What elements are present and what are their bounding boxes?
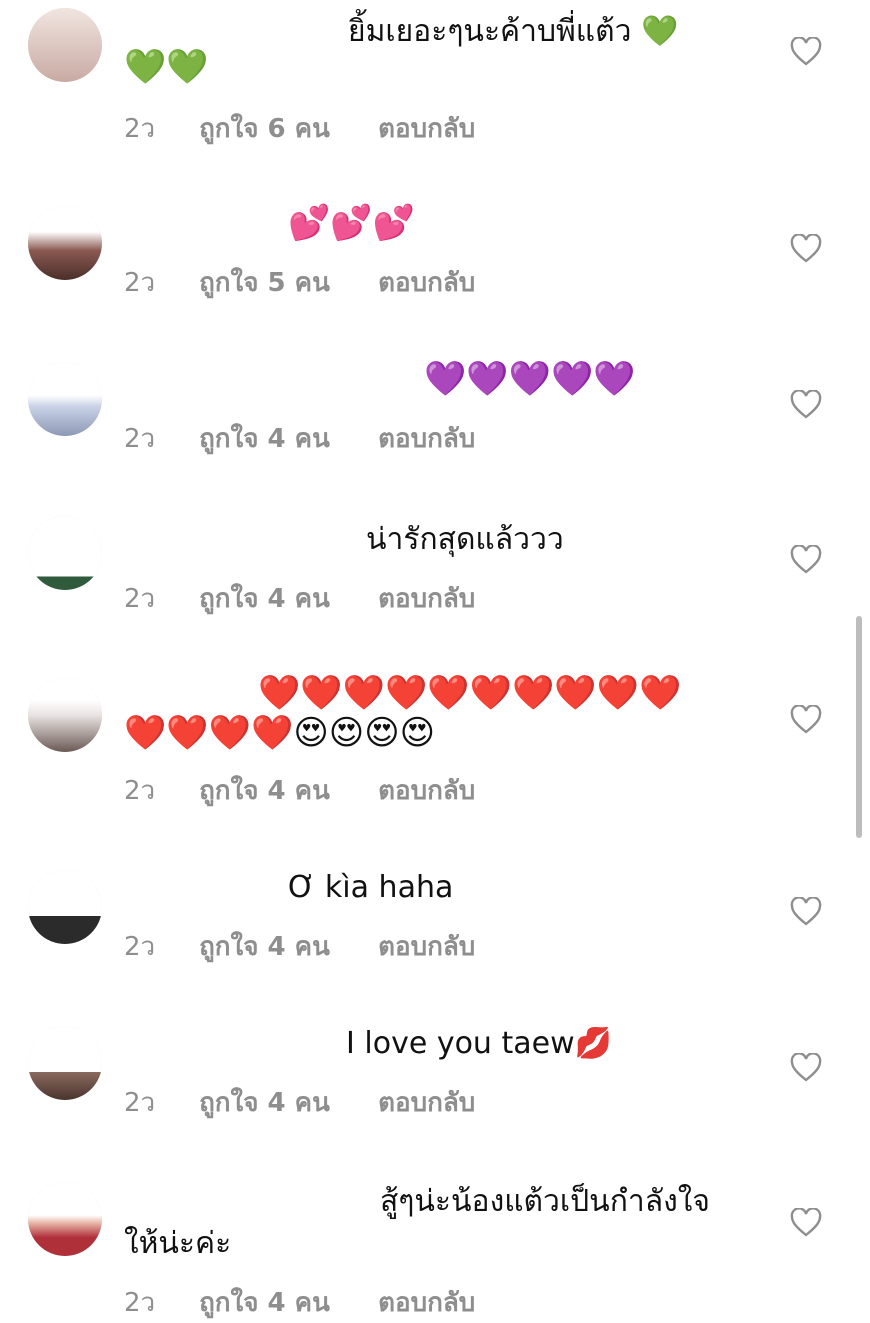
reply-button[interactable]: ตอบกลับ [378,418,475,459]
heart-outline-icon[interactable] [790,545,822,575]
avatar[interactable] [28,678,102,752]
avatar[interactable] [28,1026,102,1100]
reply-button[interactable]: ตอบกลับ [378,770,475,811]
comment-meta: 2ว ถูกใจ 4 คน ตอบกลับ [124,770,475,811]
comment-text: ยิ้มเยอะๆนะค้าบพี่แต้ว 💚 [348,14,679,49]
reply-button[interactable]: ตอบกลับ [378,108,475,149]
heart-outline-icon[interactable] [790,234,822,264]
comment-likes[interactable]: ถูกใจ 4 คน [199,926,369,967]
comment-likes[interactable]: ถูกใจ 4 คน [199,418,369,459]
comment-meta: 2ว ถูกใจ 4 คน ตอบกลับ [124,1282,475,1323]
comment-time: 2ว [124,268,156,298]
reply-button[interactable]: ตอบกลับ [378,926,475,967]
heart-outline-icon[interactable] [790,1053,822,1083]
comment-likes[interactable]: ถูกใจ 4 คน [199,1282,369,1323]
avatar[interactable] [28,362,102,436]
comment-time: 2ว [124,776,156,806]
comment-meta: 2ว ถูกใจ 4 คน ตอบกลับ [124,1082,475,1123]
comment-time: 2ว [124,1288,156,1318]
reply-button[interactable]: ตอบกลับ [378,262,475,303]
avatar[interactable] [28,516,102,590]
comment-text-continued: ให้น่ะค่ะ [124,1226,232,1261]
comment-time: 2ว [124,1088,156,1118]
comment-text: 💕💕💕 [288,203,416,243]
avatar[interactable] [28,206,102,280]
comment-text-continued: 💚💚 [124,47,209,87]
reply-button[interactable]: ตอบกลับ [378,578,475,619]
comment-meta: 2ว ถูกใจ 4 คน ตอบกลับ [124,578,475,619]
comment-meta: 2ว ถูกใจ 4 คน ตอบกลับ [124,418,475,459]
comment-text: I love you taew💋 [346,1026,612,1061]
heart-outline-icon[interactable] [790,897,822,927]
comment-likes[interactable]: ถูกใจ 4 คน [199,578,369,619]
comment-meta: 2ว ถูกใจ 4 คน ตอบกลับ [124,926,475,967]
scrollbar[interactable] [856,616,862,838]
avatar[interactable] [28,1182,102,1256]
reply-button[interactable]: ตอบกลับ [378,1082,475,1123]
comment-time: 2ว [124,932,156,962]
comment-text: น่ารักสุดแล้ววว [366,522,564,557]
comment-meta: 2ว ถูกใจ 5 คน ตอบกลับ [124,262,475,303]
comment-time: 2ว [124,424,156,454]
avatar[interactable] [28,8,102,82]
comment-likes[interactable]: ถูกใจ 6 คน [199,108,369,149]
comment-likes[interactable]: ถูกใจ 4 คน [199,770,369,811]
comment-text: สู้ๆน่ะน้องแต้วเป็นกำลังใจ [380,1184,710,1219]
comment-likes[interactable]: ถูกใจ 4 คน [199,1082,369,1123]
heart-outline-icon[interactable] [790,1208,822,1238]
heart-outline-icon[interactable] [790,705,822,735]
comment-likes[interactable]: ถูกใจ 5 คน [199,262,369,303]
comment-time: 2ว [124,584,156,614]
comment-meta: 2ว ถูกใจ 6 คน ตอบกลับ [124,108,475,149]
comment-text: 💜💜💜💜💜 [424,359,636,399]
heart-outline-icon[interactable] [790,37,822,67]
avatar[interactable] [28,870,102,944]
heart-outline-icon[interactable] [790,390,822,420]
reply-button[interactable]: ตอบกลับ [378,1282,475,1323]
comment-text: Ơ kìa haha [288,870,454,905]
comment-time: 2ว [124,114,156,144]
comment-text-continued: ❤️❤️❤️❤️😍😍😍😍 [124,713,436,753]
